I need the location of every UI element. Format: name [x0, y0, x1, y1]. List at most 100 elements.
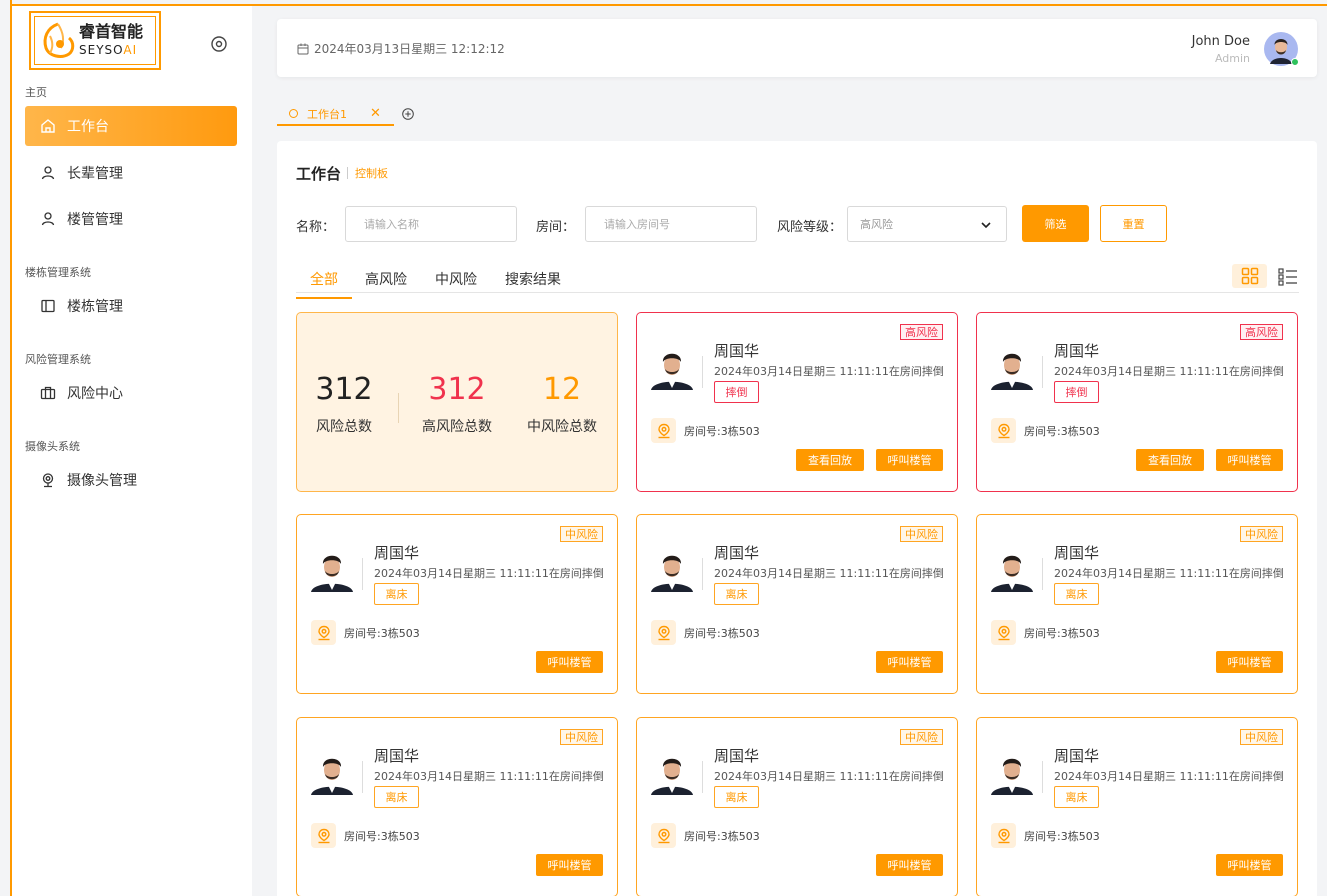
circle-icon [289, 109, 298, 118]
webcam-icon [40, 472, 56, 488]
event-type-tag: 摔倒 [1054, 381, 1099, 403]
logo[interactable]: 睿首智能 SEYSOAI [29, 11, 161, 70]
card-divider [702, 356, 703, 388]
person-name: 周国华 [714, 747, 760, 765]
sidebar-item-label: 楼栋管理 [67, 299, 123, 315]
risk-card[interactable]: 中风险 周国华 2024年03月14日星期三 11:11:11在房间摔倒 离床 … [636, 717, 958, 896]
event-type-tag: 离床 [714, 786, 759, 808]
home-icon [40, 118, 56, 134]
top-header: 2024年03月13日星期三 12:12:12 John Doe Admin [277, 19, 1317, 77]
main-panel: 工作台 控制板 名称： 请输入名称 房间： 请输入房间号 风险等级： 高风险 筛… [277, 141, 1317, 896]
location-pin-icon [651, 823, 676, 848]
name-filter-label: 名称： [296, 220, 336, 235]
sidebar-item-cameras[interactable]: 摄像头管理 [25, 460, 237, 500]
location-pin-icon [651, 620, 676, 645]
name-input[interactable]: 请输入名称 [345, 206, 517, 242]
grid-view-button[interactable] [1232, 264, 1267, 288]
view-replay-button[interactable]: 查看回放 [796, 449, 864, 471]
tab-search-results[interactable]: 搜索结果 [505, 269, 561, 297]
person-portrait [311, 758, 353, 795]
room-input[interactable]: 请输入房间号 [585, 206, 757, 242]
sidebar-item-managers[interactable]: 楼管管理 [25, 199, 237, 239]
risk-card[interactable]: 中风险 周国华 2024年03月14日星期三 11:11:11在房间摔倒 离床 … [976, 717, 1298, 896]
risk-level-badge: 高风险 [1240, 324, 1283, 340]
risk-card[interactable]: 中风险 周国华 2024年03月14日星期三 11:11:11在房间摔倒 离床 … [296, 514, 618, 694]
event-type-tag: 离床 [374, 786, 419, 808]
room-number: 房间号:3栋503 [344, 830, 420, 843]
section-label-risk: 风险管理系统 [25, 353, 91, 366]
list-view-icon[interactable] [1278, 267, 1298, 287]
risk-level-badge: 中风险 [900, 729, 943, 745]
call-manager-button[interactable]: 呼叫楼管 [876, 651, 943, 673]
tab-mid-risk[interactable]: 中风险 [435, 269, 477, 297]
call-manager-button[interactable]: 呼叫楼管 [876, 854, 943, 876]
sidebar-item-buildings[interactable]: 楼栋管理 [25, 286, 237, 326]
close-icon[interactable]: ✕ [370, 106, 381, 121]
call-manager-button[interactable]: 呼叫楼管 [1216, 651, 1283, 673]
avatar[interactable] [1263, 31, 1299, 67]
card-divider [702, 761, 703, 793]
sidebar-item-elders[interactable]: 长辈管理 [25, 153, 237, 193]
filter-button[interactable]: 筛选 [1022, 205, 1089, 242]
call-manager-button[interactable]: 呼叫楼管 [1216, 854, 1283, 876]
sidebar: 睿首智能 SEYSOAI 主页 工作台 长辈管理 楼管管理 楼栋管理系统 楼栋管… [12, 6, 252, 896]
sidebar-item-label: 工作台 [67, 119, 109, 135]
call-manager-button[interactable]: 呼叫楼管 [536, 651, 603, 673]
briefcase-icon [40, 385, 56, 401]
call-manager-button[interactable]: 呼叫楼管 [1216, 449, 1283, 471]
sidebar-item-label: 楼管管理 [67, 212, 123, 228]
event-description: 2024年03月14日星期三 11:11:11在房间摔倒 [1054, 567, 1284, 580]
target-icon[interactable] [210, 35, 228, 53]
risk-card[interactable]: 中风险 周国华 2024年03月14日星期三 11:11:11在房间摔倒 离床 … [636, 514, 958, 694]
total-risk-stat: 312 风险总数 [315, 372, 373, 435]
sidebar-item-label: 摄像头管理 [67, 473, 137, 489]
user-icon [40, 165, 56, 181]
tab-all[interactable]: 全部 [296, 269, 352, 299]
location-pin-icon [311, 823, 336, 848]
high-risk-stat: 312 高风险总数 [422, 372, 492, 435]
event-type-tag: 离床 [1054, 583, 1099, 605]
section-label-building: 楼栋管理系统 [25, 266, 91, 279]
room-number: 房间号:3栋503 [1024, 627, 1100, 640]
section-label-home: 主页 [25, 86, 47, 99]
risk-level-badge: 中风险 [560, 526, 603, 542]
event-description: 2024年03月14日星期三 11:11:11在房间摔倒 [714, 567, 944, 580]
call-manager-button[interactable]: 呼叫楼管 [536, 854, 603, 876]
online-status-dot [1291, 58, 1299, 66]
event-type-tag: 离床 [1054, 786, 1099, 808]
sidebar-item-label: 长辈管理 [67, 166, 123, 182]
event-description: 2024年03月14日星期三 11:11:11在房间摔倒 [374, 567, 604, 580]
call-manager-button[interactable]: 呼叫楼管 [876, 449, 943, 471]
user-name[interactable]: John Doe [1192, 34, 1250, 49]
person-portrait [991, 555, 1033, 592]
tab-high-risk[interactable]: 高风险 [365, 269, 407, 297]
risk-card[interactable]: 中风险 周国华 2024年03月14日星期三 11:11:11在房间摔倒 离床 … [296, 717, 618, 896]
location-pin-icon [651, 418, 676, 443]
person-portrait [311, 555, 353, 592]
tab-workbench-1[interactable]: 工作台1 ✕ [277, 103, 394, 126]
sidebar-item-label: 风险中心 [67, 386, 123, 402]
event-description: 2024年03月14日星期三 11:11:11在房间摔倒 [1054, 770, 1284, 783]
event-description: 2024年03月14日星期三 11:11:11在房间摔倒 [1054, 365, 1284, 378]
risk-filter-label: 风险等级： [777, 220, 843, 235]
person-portrait [651, 758, 693, 795]
risk-level-select[interactable]: 高风险 [847, 206, 1007, 242]
add-tab-icon[interactable] [402, 108, 414, 120]
risk-card[interactable]: 高风险 周国华 2024年03月14日星期三 11:11:11在房间摔倒 摔倒 … [636, 312, 958, 492]
person-name: 周国华 [714, 342, 760, 360]
sidebar-item-risk-center[interactable]: 风险中心 [25, 373, 237, 413]
room-number: 房间号:3栋503 [684, 627, 760, 640]
risk-card[interactable]: 高风险 周国华 2024年03月14日星期三 11:11:11在房间摔倒 摔倒 … [976, 312, 1298, 492]
room-number: 房间号:3栋503 [684, 425, 760, 438]
risk-card[interactable]: 中风险 周国华 2024年03月14日星期三 11:11:11在房间摔倒 离床 … [976, 514, 1298, 694]
view-replay-button[interactable]: 查看回放 [1136, 449, 1204, 471]
card-divider [702, 558, 703, 590]
person-name: 周国华 [1054, 747, 1100, 765]
user-role: Admin [1214, 52, 1250, 65]
mid-risk-stat: 12 中风险总数 [527, 372, 597, 435]
location-pin-icon [991, 418, 1016, 443]
stat-divider [398, 393, 399, 423]
grid-icon [1241, 267, 1258, 285]
sidebar-item-workbench[interactable]: 工作台 [25, 106, 237, 146]
reset-button[interactable]: 重置 [1100, 205, 1167, 242]
